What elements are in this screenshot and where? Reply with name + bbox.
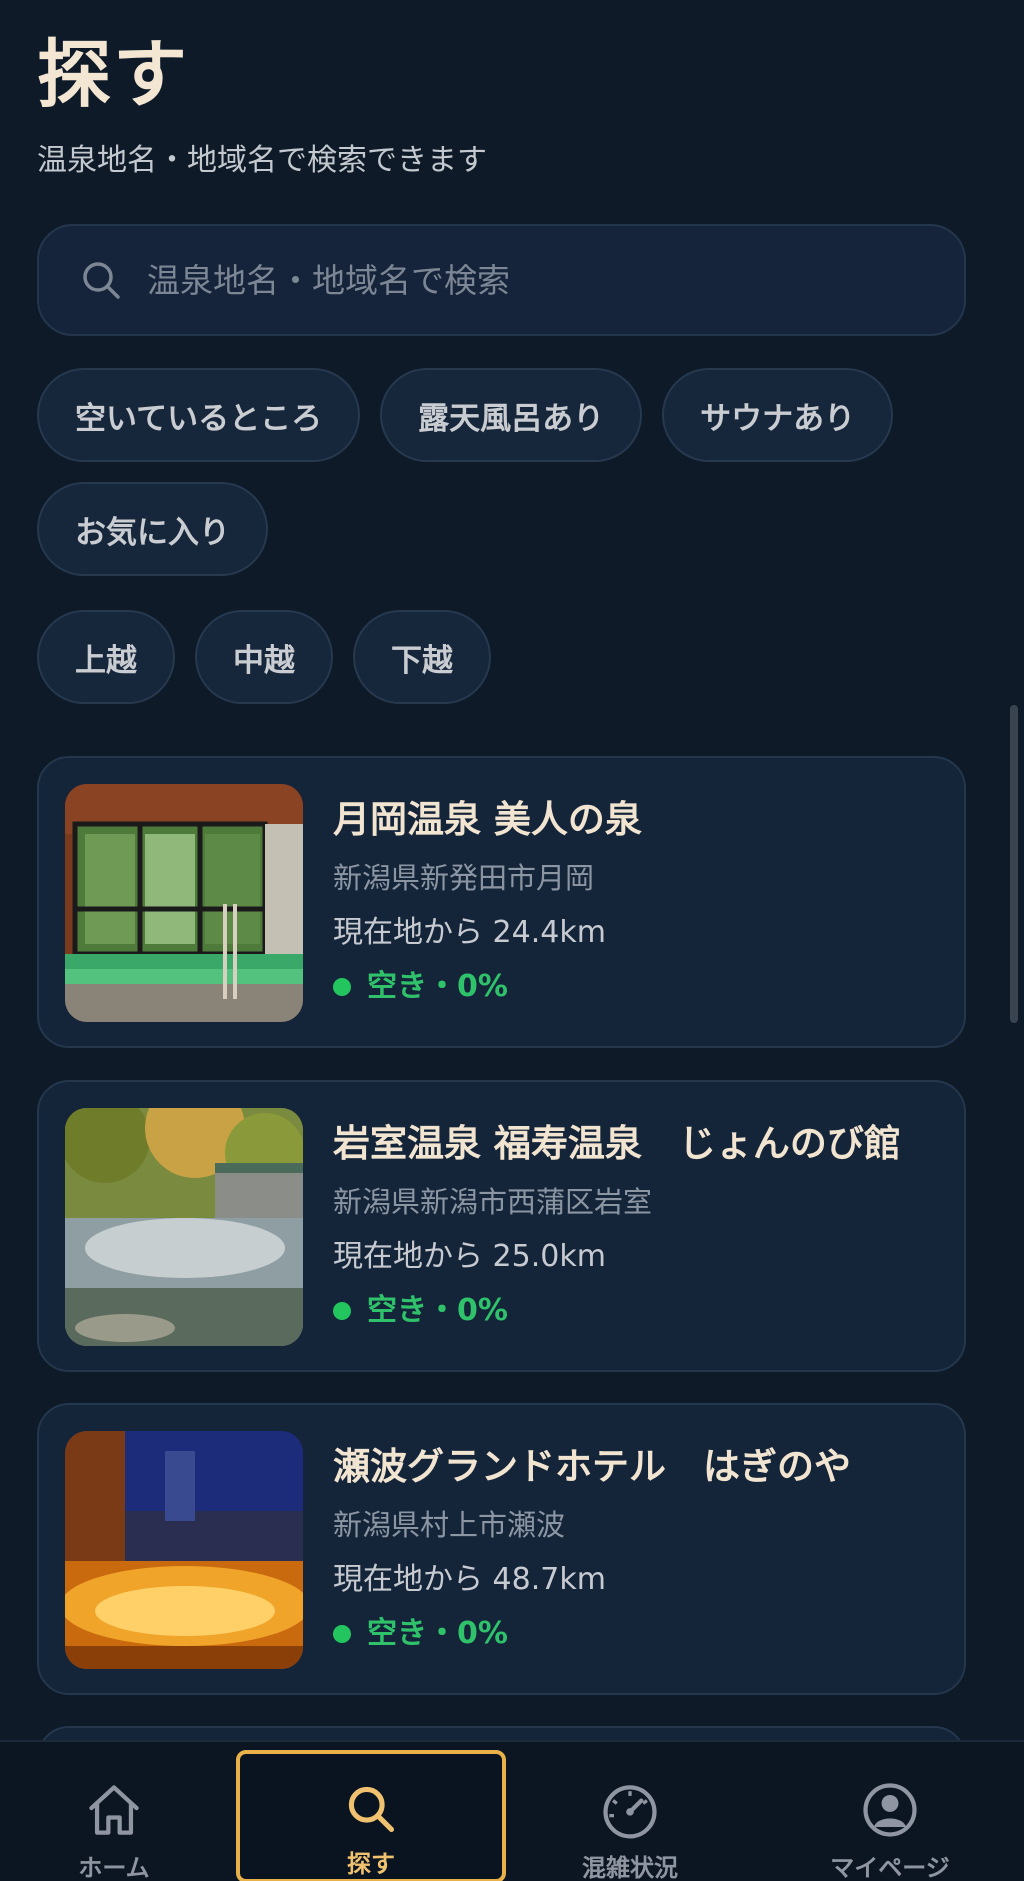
onsen-card[interactable]: 岩室温泉 福寿温泉 じょんのび館 新潟県新潟市西蒲区岩室 現在地から 25.0k… xyxy=(37,1080,966,1372)
region-chips: 上越 中越 下越 xyxy=(37,610,997,704)
filter-chips: 空いているところ 露天風呂あり サウナあり お気に入り xyxy=(37,368,997,576)
user-icon xyxy=(863,1783,917,1837)
status-dot-icon xyxy=(333,1302,351,1320)
onsen-card[interactable]: 瀬波グランドホテル はぎのや 新潟県村上市瀬波 現在地から 48.7km 空き・… xyxy=(37,1403,966,1695)
nav-congestion-label: 混雑状況 xyxy=(582,1854,678,1881)
onsen-name: 岩室温泉 福寿温泉 じょんのび館 xyxy=(333,1122,901,1165)
nav-home[interactable]: ホーム xyxy=(14,1742,214,1881)
region-chip-chuetsu[interactable]: 中越 xyxy=(195,610,333,704)
nav-search-label: 探す xyxy=(347,1850,395,1878)
region-chip-joetsu[interactable]: 上越 xyxy=(37,610,175,704)
filter-chip-available[interactable]: 空いているところ xyxy=(37,368,361,462)
onsen-photo xyxy=(65,1431,303,1669)
search-icon xyxy=(348,1786,395,1833)
region-chip-kaetsu[interactable]: 下越 xyxy=(353,610,491,704)
gauge-icon xyxy=(603,1785,657,1839)
nav-home-label: ホーム xyxy=(78,1854,150,1881)
search-icon xyxy=(83,262,120,299)
page-title: 探す xyxy=(37,32,189,118)
search-screen: 探す 温泉地名・地域名で検索できます 空いているところ 露天風呂あり サウナあり… xyxy=(0,0,1024,1881)
home-icon xyxy=(89,1785,139,1835)
onsen-name: 月岡温泉 美人の泉 xyxy=(333,798,642,841)
availability-text: 空き・0% xyxy=(367,1293,508,1328)
onsen-name: 瀬波グランドホテル はぎのや xyxy=(333,1445,851,1488)
onsen-address: 新潟県村上市瀬波 xyxy=(333,1508,566,1542)
onsen-distance: 現在地から 25.0km xyxy=(333,1239,606,1274)
status-dot-icon xyxy=(333,1625,351,1643)
onsen-address: 新潟県新発田市月岡 xyxy=(333,861,595,895)
onsen-photo xyxy=(65,784,303,1022)
onsen-distance: 現在地から 48.7km xyxy=(333,1562,606,1597)
nav-mypage-label: マイページ xyxy=(830,1854,950,1881)
bottom-nav: ホーム 探す 混雑状況 マイページ xyxy=(0,1740,1024,1881)
filter-chip-favorites[interactable]: お気に入り xyxy=(37,482,268,576)
page-subtitle: 温泉地名・地域名で検索できます xyxy=(37,143,487,178)
onsen-distance: 現在地から 24.4km xyxy=(333,915,606,950)
availability-status: 空き・0% xyxy=(333,1613,508,1655)
status-dot-icon xyxy=(333,978,351,996)
search-input[interactable] xyxy=(147,260,927,300)
availability-status: 空き・0% xyxy=(333,966,508,1008)
nav-search[interactable]: 探す xyxy=(236,1750,506,1881)
search-bar[interactable] xyxy=(37,224,966,336)
availability-text: 空き・0% xyxy=(367,1616,508,1651)
filter-chip-outdoor-bath[interactable]: 露天風呂あり xyxy=(380,368,643,462)
availability-status: 空き・0% xyxy=(333,1290,508,1332)
nav-congestion[interactable]: 混雑状況 xyxy=(530,1742,730,1881)
scrollbar[interactable] xyxy=(1010,705,1018,1023)
onsen-photo xyxy=(65,1108,303,1346)
nav-mypage[interactable]: マイページ xyxy=(790,1742,990,1881)
availability-text: 空き・0% xyxy=(367,969,508,1004)
onsen-card[interactable]: 月岡温泉 美人の泉 新潟県新発田市月岡 現在地から 24.4km 空き・0% xyxy=(37,756,966,1048)
filter-chip-sauna[interactable]: サウナあり xyxy=(662,368,894,462)
onsen-address: 新潟県新潟市西蒲区岩室 xyxy=(333,1185,653,1219)
